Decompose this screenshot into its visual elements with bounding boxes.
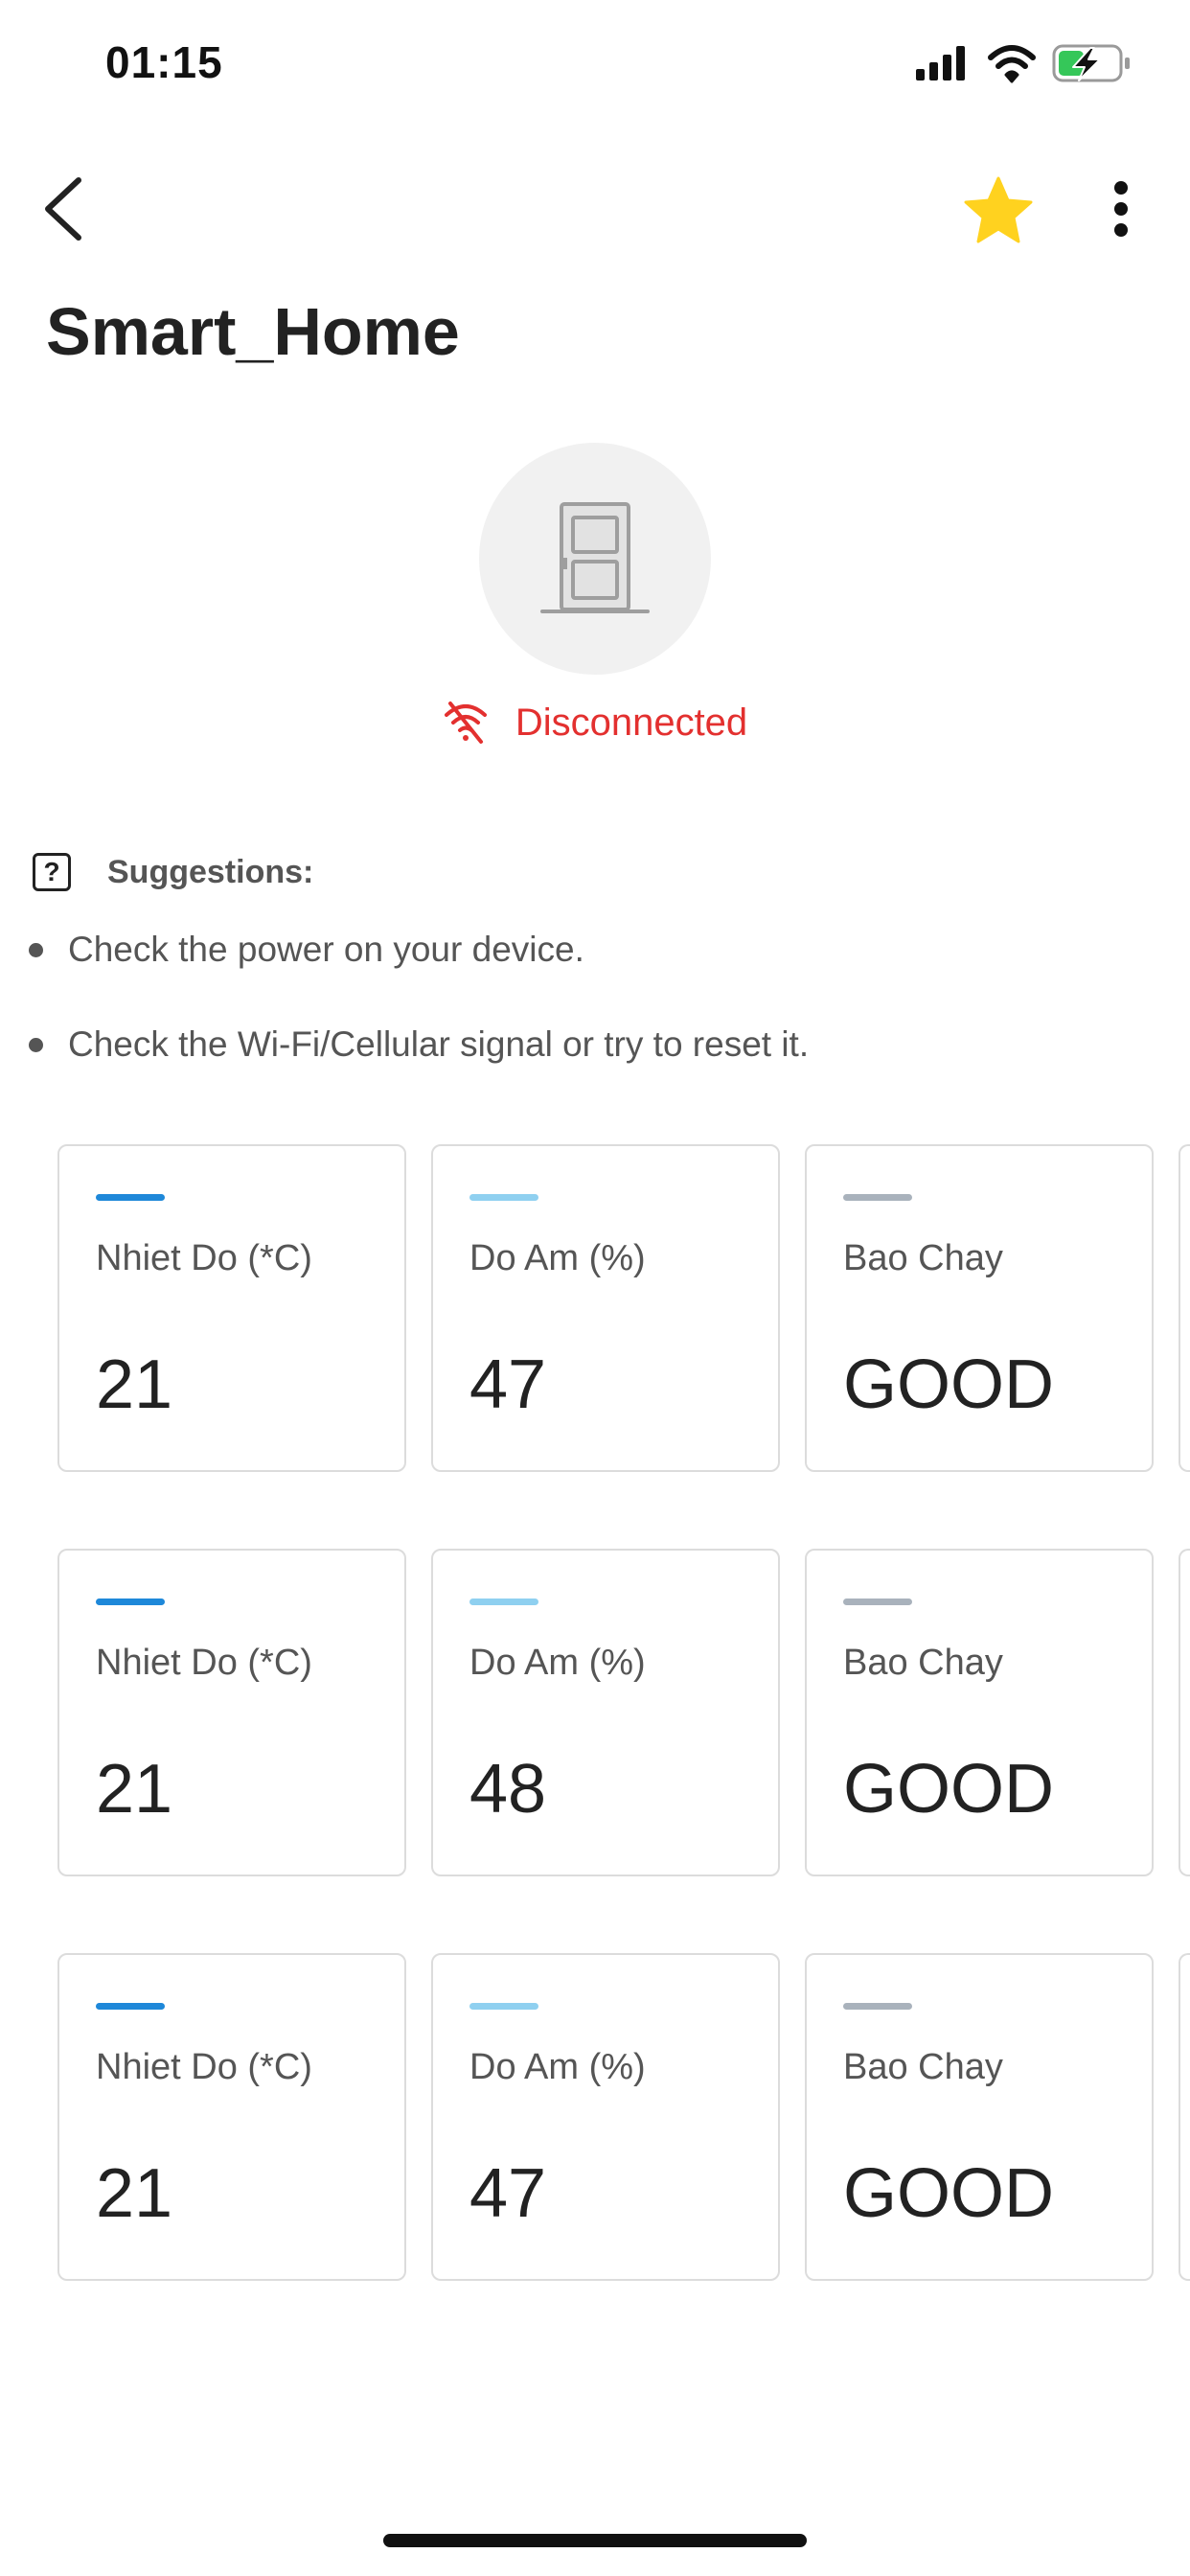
sensor-card-humidity[interactable]: Do Am (%) 47 [431,1953,780,2281]
sensor-color-bar [469,1598,538,1605]
sensor-value: 47 [469,2155,547,2232]
sensor-card-humidity[interactable]: Do Am (%) 48 [431,1549,780,1876]
sensor-card-temperature[interactable]: Nhiet Do (*C) 21 [57,1549,406,1876]
suggestions-header: ? Suggestions: [33,849,313,895]
sensor-value: GOOD [843,1346,1055,1423]
sensor-card-offscreen[interactable] [1179,1953,1190,2281]
connection-status: Disconnected [0,700,1190,746]
more-options-button[interactable] [1102,174,1140,247]
sensor-label: Do Am (%) [469,2047,646,2087]
connection-status-text: Disconnected [515,701,748,744]
suggestion-text: Check the power on your device. [68,930,584,969]
sensor-color-bar [843,1598,912,1605]
sensor-value: 48 [469,1751,547,1828]
sensor-color-bar [96,2003,165,2010]
sensor-label: Nhiet Do (*C) [96,1238,312,1278]
status-time: 01:15 [105,37,223,87]
suggestions-title: Suggestions: [107,853,314,890]
sensor-label: Bao Chay [843,1643,1003,1683]
sensor-label: Nhiet Do (*C) [96,2047,312,2087]
page-title: Smart_Home [46,294,460,369]
cellular-signal-icon [916,46,965,80]
sensor-card-fire-alarm[interactable]: Bao Chay GOOD [805,1144,1154,1472]
status-icons [916,44,1130,83]
question-mark-icon: ? [33,853,71,891]
sensor-card-fire-alarm[interactable]: Bao Chay GOOD [805,1549,1154,1876]
bullet-icon [29,1037,43,1052]
sensor-label: Bao Chay [843,2047,1003,2087]
sensor-card-offscreen[interactable] [1179,1549,1190,1876]
sensor-color-bar [96,1598,165,1605]
door-icon [540,502,650,613]
home-indicator[interactable] [383,2534,807,2547]
sensor-value: 21 [96,1751,173,1828]
sensor-value: 21 [96,1346,173,1423]
device-icon-container [479,443,711,675]
wifi-off-icon [444,702,487,744]
chevron-left-icon [45,177,81,241]
sensor-color-bar [469,2003,538,2010]
sensor-color-bar [843,1194,912,1201]
more-vertical-icon [1114,181,1128,237]
sensor-card-temperature[interactable]: Nhiet Do (*C) 21 [57,1953,406,2281]
sensor-color-bar [469,1194,538,1201]
sensor-value: 47 [469,1346,547,1423]
sensor-label: Do Am (%) [469,1238,646,1278]
sensor-color-bar [843,2003,912,2010]
sensor-value: GOOD [843,2155,1055,2232]
suggestion-item: Check the power on your device. [29,926,584,974]
sensor-label: Nhiet Do (*C) [96,1643,312,1683]
back-button[interactable] [34,171,92,247]
sensor-label: Do Am (%) [469,1643,646,1683]
sensor-card-temperature[interactable]: Nhiet Do (*C) 21 [57,1144,406,1472]
suggestion-text: Check the Wi-Fi/Cellular signal or try t… [68,1024,810,1064]
sensor-card-fire-alarm[interactable]: Bao Chay GOOD [805,1953,1154,2281]
wifi-icon [988,45,1036,83]
bullet-icon [29,942,43,957]
favorite-button[interactable] [962,174,1035,247]
sensor-card-offscreen[interactable] [1179,1144,1190,1472]
sensor-value: GOOD [843,1751,1055,1828]
star-icon [964,176,1033,243]
battery-charging-icon [1052,44,1130,82]
sensor-card-humidity[interactable]: Do Am (%) 47 [431,1144,780,1472]
sensor-label: Bao Chay [843,1238,1003,1278]
sensor-color-bar [96,1194,165,1201]
suggestion-item: Check the Wi-Fi/Cellular signal or try t… [29,1021,809,1069]
sensor-value: 21 [96,2155,173,2232]
